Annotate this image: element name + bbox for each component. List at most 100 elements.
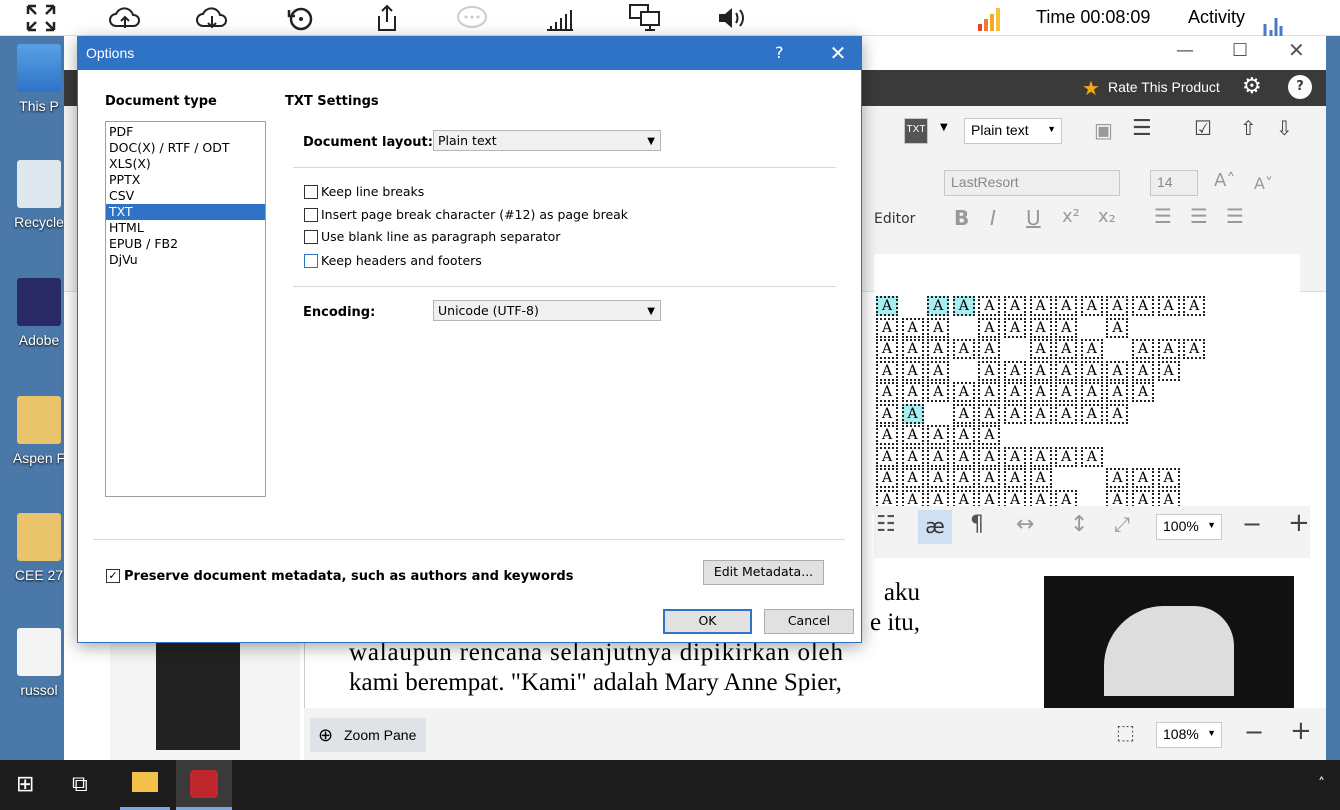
ocr-glyph-cell: A	[952, 468, 975, 488]
ligature-icon[interactable]: æ	[918, 510, 952, 544]
list-item[interactable]: DjVu	[106, 252, 265, 268]
fullscreen-icon[interactable]	[24, 2, 58, 34]
grow-font-icon[interactable]: A˄	[1214, 170, 1235, 191]
preserve-metadata-checkbox[interactable]: ✓	[106, 569, 120, 583]
zoom-in-icon[interactable]: +	[1288, 508, 1310, 538]
file-explorer-icon[interactable]	[120, 760, 170, 810]
ocr-glyph-cell: A	[1004, 446, 1026, 467]
document-type-label: Document type	[105, 94, 217, 109]
encoding-label: Encoding:	[303, 305, 376, 320]
underline-icon[interactable]: U	[1026, 206, 1041, 230]
adobe-icon	[17, 278, 61, 326]
pilcrow-icon[interactable]: ¶	[970, 512, 984, 537]
list-item[interactable]: DOC(X) / RTF / ODT	[106, 140, 265, 156]
chevron-down-icon[interactable]: ▼	[940, 122, 948, 133]
ocr-glyph-cell: A	[1029, 382, 1052, 402]
keep-line-breaks-checkbox[interactable]	[304, 185, 318, 199]
upload-icon[interactable]: ⇧	[1240, 116, 1257, 140]
ocr-glyph-cell: A	[978, 425, 1001, 445]
align-left-icon[interactable]: ☰	[1154, 204, 1172, 228]
zoom-pane-button[interactable]: ⊕ Zoom Pane	[310, 718, 426, 752]
zoom-out-icon[interactable]: −	[1244, 718, 1264, 746]
font-select[interactable]: LastResort	[944, 170, 1120, 196]
page-break-checkbox[interactable]	[304, 208, 318, 222]
zoom-in-icon[interactable]: +	[1290, 716, 1312, 746]
fit-height-icon[interactable]: ↕	[1070, 512, 1088, 537]
ocr-glyph-cell: A	[1132, 489, 1154, 506]
verify-icon[interactable]: ☑	[1194, 116, 1212, 140]
maximize-icon[interactable]: ☐	[1232, 40, 1248, 61]
cloud-download-icon[interactable]	[195, 2, 229, 34]
italic-icon[interactable]: I	[990, 206, 996, 230]
zoom-select-bottom[interactable]: 108% ▼	[1156, 722, 1222, 748]
list-item[interactable]: PPTX	[106, 172, 265, 188]
download-icon[interactable]: ⇩	[1276, 116, 1293, 140]
ocr-glyph-cell: A	[1055, 489, 1078, 506]
share-icon[interactable]	[370, 2, 404, 34]
gear-icon[interactable]: ⚙	[1242, 74, 1262, 99]
help-button[interactable]: ?	[775, 43, 784, 62]
rate-product-link[interactable]: Rate This Product	[1108, 79, 1220, 95]
divider	[93, 539, 845, 540]
document-layout-select[interactable]: Plain text ▼	[433, 130, 661, 151]
folder-icon	[17, 396, 61, 444]
chevron-up-icon[interactable]: ˄	[1318, 776, 1325, 792]
txt-format-icon[interactable]: TXT	[904, 118, 928, 144]
list-item[interactable]: HTML	[106, 220, 265, 236]
list-item[interactable]: PDF	[106, 124, 265, 140]
blank-line-checkbox[interactable]	[304, 230, 318, 244]
edit-metadata-button[interactable]: Edit Metadata...	[703, 560, 824, 585]
ocr-glyph-cell: A	[1132, 296, 1154, 316]
ocr-glyph-cell: A	[1157, 339, 1180, 359]
history-icon[interactable]	[284, 2, 318, 34]
list-item-selected[interactable]: TXT	[106, 204, 265, 220]
zoom-out-icon[interactable]: −	[1242, 510, 1262, 538]
list-icon[interactable]: ☷	[876, 512, 896, 537]
select-area-icon[interactable]: ⬚	[1116, 720, 1135, 744]
shrink-font-icon[interactable]: A˅	[1254, 174, 1273, 193]
monitors-icon[interactable]	[628, 2, 662, 34]
fit-page-icon[interactable]: ⤢	[1114, 512, 1130, 536]
remote-toolbar: Time 00:08:09 Activity	[0, 0, 1340, 36]
document-type-list[interactable]: PDF DOC(X) / RTF / ODT XLS(X) PPTX CSV T…	[105, 121, 266, 497]
cancel-button[interactable]: Cancel	[764, 609, 854, 634]
text-align-icon[interactable]: ☰	[1132, 116, 1152, 141]
save-format-select[interactable]: Plain text ▼	[964, 118, 1062, 144]
window-close-icon[interactable]: ✕	[1288, 38, 1305, 62]
align-center-icon[interactable]: ☰	[1190, 204, 1208, 228]
close-icon[interactable]: ✕	[826, 41, 850, 65]
fit-width-icon[interactable]: ↔	[1016, 512, 1034, 537]
font-size-select[interactable]: 14	[1150, 170, 1198, 196]
minimize-icon[interactable]: —	[1176, 40, 1194, 61]
page-thumbnail[interactable]	[156, 640, 240, 750]
zoom-select-top[interactable]: 100% ▼	[1156, 514, 1222, 540]
task-view-icon[interactable]: ⧉	[72, 772, 88, 797]
windows-start-icon[interactable]: ⊞	[16, 772, 34, 797]
encoding-select[interactable]: Unicode (UTF-8) ▼	[433, 300, 661, 321]
superscript-icon[interactable]: x²	[1062, 206, 1080, 227]
ok-button[interactable]: OK	[663, 609, 752, 634]
bold-icon[interactable]: B	[954, 206, 969, 230]
list-item[interactable]: EPUB / FB2	[106, 236, 265, 252]
finereader-taskbar-icon[interactable]	[176, 760, 232, 810]
signal-icon[interactable]	[543, 2, 577, 34]
ocr-glyph-cell: A	[952, 339, 975, 359]
subscript-icon[interactable]: x₂	[1098, 206, 1116, 227]
volume-icon[interactable]	[714, 2, 748, 34]
chat-icon[interactable]	[455, 2, 489, 34]
cloud-upload-icon[interactable]	[108, 2, 142, 34]
help-icon[interactable]: ?	[1288, 75, 1312, 99]
list-item[interactable]: CSV	[106, 188, 265, 204]
ocr-glyph-cell: A	[901, 468, 924, 488]
headers-footers-label: Keep headers and footers	[321, 253, 482, 268]
list-item[interactable]: XLS(X)	[106, 156, 265, 172]
ocr-glyph-cell: A	[1029, 489, 1052, 506]
session-timer: Time 00:08:09	[1036, 7, 1151, 27]
image-icon[interactable]: ▣	[1094, 118, 1113, 142]
page-break-label: Insert page break character (#12) as pag…	[321, 207, 629, 222]
justify-icon[interactable]: ☰	[1226, 204, 1244, 228]
text-line: kami berempat. "Kami" adalah Mary Anne S…	[349, 669, 842, 696]
activity-label[interactable]: Activity	[1188, 7, 1245, 28]
headers-footers-checkbox[interactable]	[304, 254, 318, 268]
ocr-glyph-cell: A	[1004, 296, 1026, 316]
